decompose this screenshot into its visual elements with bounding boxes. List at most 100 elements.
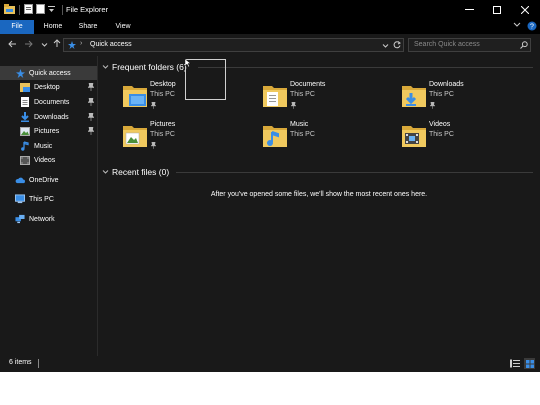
folder-location: This PC [290,91,315,98]
pin-icon[interactable] [88,83,94,91]
folder-downloads[interactable]: Downloads This PC [401,81,521,115]
nav-label: Pictures [34,127,60,135]
search-input[interactable]: Search Quick access [408,38,531,52]
chevron-down-icon[interactable] [48,5,55,15]
mouse-cursor-icon [185,59,191,68]
selection-rectangle [185,59,226,100]
pin-icon[interactable] [430,102,435,109]
address-row: › Quick access Search Quick access [0,34,540,56]
new-folder-icon[interactable] [36,4,45,16]
navigation-pane: Quick access Desktop Documents Downloads… [0,60,97,354]
status-bar: 6 items [0,356,540,372]
folder-name: Pictures [150,121,176,128]
pin-icon[interactable] [291,102,296,109]
frequent-folders-header[interactable]: Frequent folders (6) [102,62,187,72]
large-icons-view-button[interactable] [524,358,535,369]
section-title: Frequent folders (6) [112,62,187,72]
arrow-up-icon [53,39,61,47]
pin-icon[interactable] [88,113,94,121]
arrow-right-icon [24,40,33,48]
star-icon [68,41,76,51]
refresh-icon[interactable] [393,41,401,51]
maximize-icon [493,6,501,14]
nav-network[interactable]: Network [15,212,55,226]
nav-label: OneDrive [29,176,59,184]
chevron-down-icon [102,170,109,174]
search-icon[interactable] [520,41,528,51]
nav-item-downloads[interactable]: Downloads [20,110,69,124]
tab-share[interactable]: Share [75,20,101,34]
folder-name: Downloads [429,81,464,88]
folder-videos[interactable]: Videos This PC [401,121,521,155]
back-button[interactable] [7,39,17,51]
nav-label: Videos [34,156,56,164]
pin-icon[interactable] [151,142,156,149]
documents-folder-icon [263,86,287,107]
video-icon [20,155,30,165]
music-note-icon [20,141,30,151]
pictures-folder-icon [123,126,147,147]
nav-item-pictures[interactable]: Pictures [20,124,59,138]
videos-folder-icon [402,126,426,147]
window-title: File Explorer [66,5,109,14]
folder-location: This PC [429,131,454,138]
details-view-icon[interactable] [510,359,520,370]
breadcrumb-chevron-icon: › [80,40,83,47]
download-arrow-icon [20,112,30,122]
nav-label: Documents [34,98,70,106]
nav-onedrive[interactable]: OneDrive [15,173,59,187]
folder-location: This PC [290,131,315,138]
tab-view[interactable]: View [110,20,136,34]
nav-item-documents[interactable]: Documents [20,95,69,109]
folder-location: This PC [150,91,175,98]
file-explorer-window: File Explorer File Home Share View ? › Q… [0,0,540,372]
help-icon: ? [527,21,537,31]
forward-button[interactable] [23,39,33,51]
pin-icon[interactable] [88,98,94,106]
address-dropdown-icon[interactable] [382,42,389,51]
help-button[interactable]: ? [527,21,537,31]
folder-pictures[interactable]: Pictures This PC [122,121,242,155]
nav-item-desktop[interactable]: Desktop [20,80,60,94]
folder-music[interactable]: Music This PC [262,121,382,155]
nav-label: Music [34,142,53,150]
qat-separator [19,5,20,15]
explorer-folder-icon[interactable] [4,4,15,16]
folder-documents[interactable]: Documents This PC [262,81,382,115]
expand-ribbon-button[interactable] [513,22,521,28]
folder-name: Desktop [150,81,176,88]
breadcrumb-quick-access[interactable]: Quick access [90,41,132,48]
nav-item-videos[interactable]: Videos [20,153,55,167]
folder-name: Videos [429,121,451,128]
close-icon [521,6,529,14]
maximize-button[interactable] [483,0,511,20]
minimize-button[interactable] [455,0,483,20]
tab-home[interactable]: Home [40,20,66,34]
recent-files-header[interactable]: Recent files (0) [102,167,169,177]
desktop-folder-icon [20,82,30,92]
tab-file[interactable]: File [0,20,34,34]
music-folder-icon [263,126,287,147]
pin-icon[interactable] [88,127,94,135]
computer-icon [15,194,25,204]
status-separator [38,359,39,368]
recent-locations-button[interactable] [39,39,49,51]
close-button[interactable] [511,0,539,20]
chevron-down-icon [513,22,521,27]
nav-this-pc[interactable]: This PC [15,192,54,206]
nav-label: Quick access [29,69,71,77]
star-icon [15,68,25,78]
up-button[interactable] [52,39,62,51]
nav-quick-access[interactable]: Quick access [0,66,97,80]
section-divider [198,67,533,68]
svg-text:?: ? [530,24,534,31]
folder-location: This PC [429,91,454,98]
pane-divider[interactable] [97,56,98,356]
documents-folder-icon [20,97,30,107]
nav-item-music[interactable]: Music [20,139,52,153]
nav-label: Network [29,215,55,223]
downloads-folder-icon [402,86,426,107]
pin-icon[interactable] [151,102,156,109]
properties-icon[interactable] [24,4,33,16]
address-bar[interactable]: › Quick access [63,38,404,52]
